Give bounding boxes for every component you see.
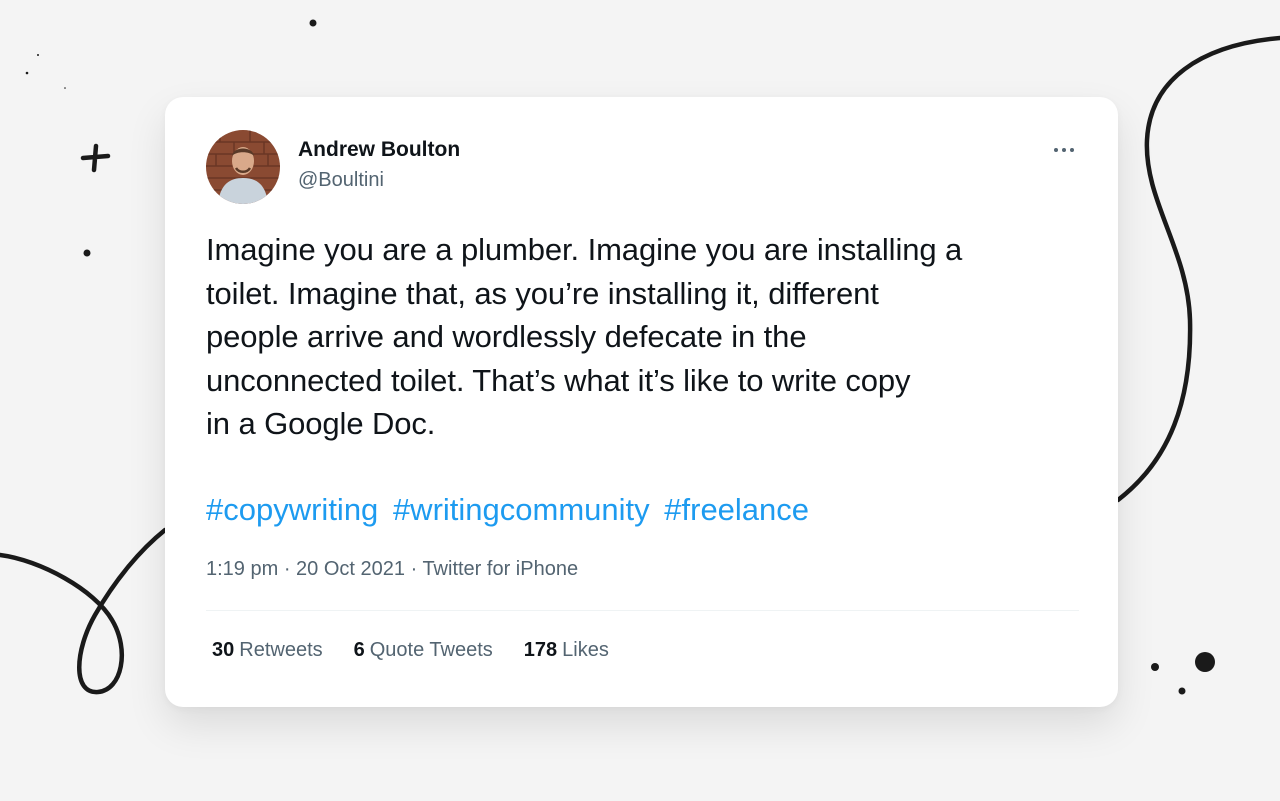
- author-handle[interactable]: @Boultini: [298, 169, 384, 192]
- more-options-button[interactable]: [1045, 137, 1083, 163]
- tweet-text-line: in a Google Doc.: [206, 406, 436, 441]
- tweet-meta: 1:19 pm · 20 Oct 2021 · Twitter for iPho…: [206, 558, 578, 581]
- tweet-source[interactable]: Twitter for iPhone: [422, 558, 578, 580]
- ellipsis-icon: [1070, 148, 1074, 152]
- divider: [206, 610, 1079, 611]
- retweets-stat[interactable]: 30 Retweets: [212, 639, 323, 662]
- tweet-text-line: toilet. Imagine that, as you’re installi…: [206, 275, 879, 311]
- ellipsis-icon: [1062, 148, 1066, 152]
- tweet-stats: 30 Retweets 6 Quote Tweets 178 Likes: [212, 639, 609, 662]
- hashtag-link[interactable]: #copywriting: [206, 492, 378, 527]
- tweet-text-line: unconnected toilet. That’s what it’s lik…: [206, 362, 911, 398]
- likes-count: 178: [523, 639, 558, 661]
- plus-icon: [80, 143, 111, 173]
- decor-dot: [64, 87, 66, 89]
- decor-dot: [83, 249, 91, 257]
- decor-squiggle-right: [1115, 35, 1280, 503]
- avatar-image: [206, 130, 280, 204]
- likes-stat[interactable]: 178 Likes: [524, 639, 609, 662]
- hashtag-list: #copywriting #writingcommunity #freelanc…: [206, 488, 815, 531]
- tweet-text-line: people arrive and wordlessly defecate in…: [206, 319, 807, 354]
- avatar[interactable]: [206, 130, 280, 204]
- likes-label: Likes: [562, 639, 609, 661]
- decor-dot: [1178, 687, 1186, 695]
- decor-dot: [1151, 663, 1159, 671]
- ellipsis-icon: [1054, 148, 1058, 152]
- hashtag-link[interactable]: #writingcommunity: [393, 492, 650, 527]
- tweet-text: Imagine you are a plumber. Imagine you a…: [206, 228, 1086, 446]
- author-name[interactable]: Andrew Boulton: [298, 138, 460, 162]
- tweet-date[interactable]: 20 Oct 2021: [296, 558, 405, 580]
- tweet-text-line: Imagine you are a plumber. Imagine you a…: [206, 232, 963, 267]
- quote-tweets-count: 6: [353, 639, 365, 661]
- decor-dot: [309, 19, 317, 27]
- retweets-label: Retweets: [239, 639, 323, 661]
- quote-tweets-label: Quote Tweets: [369, 639, 493, 661]
- stage: Andrew Boulton @Boultini Imagine you are…: [0, 0, 1280, 801]
- hashtag-link[interactable]: #freelance: [664, 492, 809, 527]
- meta-separator: ·: [410, 558, 423, 580]
- decor-dot: [25, 71, 29, 75]
- decor-dot: [1195, 652, 1215, 672]
- decor-dot: [37, 54, 39, 56]
- meta-separator: ·: [283, 558, 297, 580]
- tweet-card: Andrew Boulton @Boultini Imagine you are…: [165, 97, 1118, 707]
- quote-tweets-stat[interactable]: 6 Quote Tweets: [354, 639, 493, 662]
- retweets-count: 30: [212, 639, 235, 661]
- decor-squiggle-left: [0, 527, 168, 695]
- tweet-time[interactable]: 1:19 pm: [206, 558, 278, 580]
